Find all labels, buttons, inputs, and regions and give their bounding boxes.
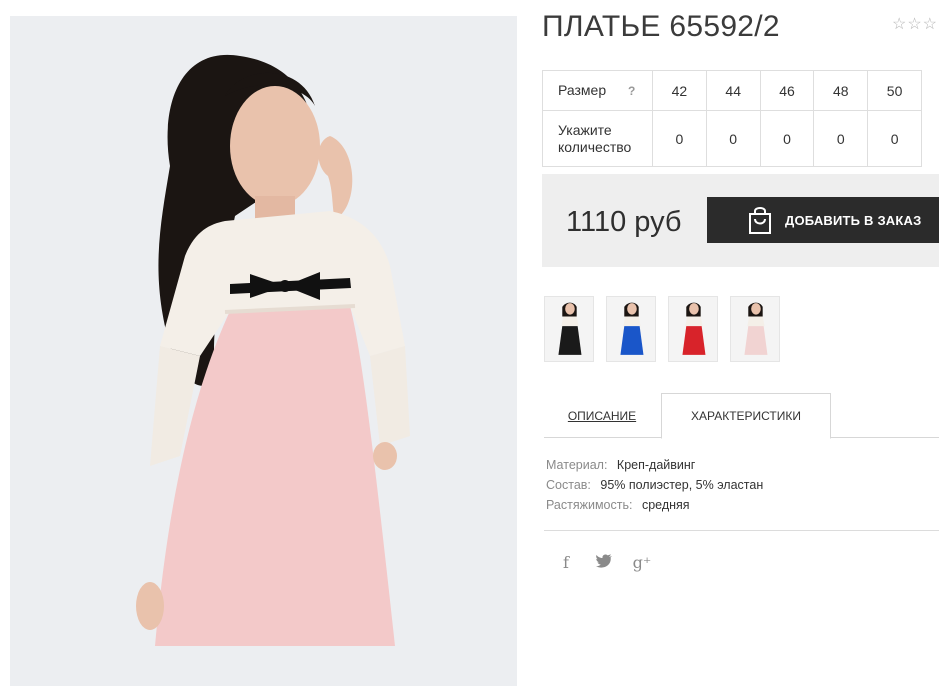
thumbnail-blue[interactable]	[606, 296, 656, 362]
star-icon[interactable]: ☆	[907, 17, 921, 33]
thumb-dress	[558, 326, 582, 355]
tab-description[interactable]: ОПИСАНИЕ	[544, 393, 660, 438]
star-icon[interactable]: ☆	[892, 17, 906, 33]
size-quantity-table: Размер ? 42 44 46 48 50 Укажите количест…	[542, 70, 922, 167]
add-to-order-label: ДОБАВИТЬ В ЗАКАЗ	[785, 212, 922, 228]
size-48: 48	[813, 70, 869, 111]
specs-list: Материал: Креп-дайвинг Состав: 95% полиэ…	[546, 455, 763, 515]
star-icon[interactable]: ☆	[923, 17, 937, 33]
divider	[544, 530, 939, 531]
rating-stars[interactable]: ☆ ☆ ☆	[892, 17, 937, 33]
quantity-input-42[interactable]: 0	[652, 110, 707, 167]
color-thumbnails	[544, 296, 780, 362]
help-icon[interactable]: ?	[628, 84, 635, 98]
quantity-input-50[interactable]: 0	[867, 110, 922, 167]
add-to-order-button[interactable]: ДОБАВИТЬ В ЗАКАЗ	[707, 197, 939, 243]
google-plus-icon[interactable]: g⁺	[632, 553, 652, 572]
product-details: ПЛАТЬЕ 65592/2 ☆ ☆ ☆ Размер ? 42 44 46 4…	[542, 0, 939, 686]
spec-key: Материал:	[546, 458, 608, 472]
quantity-row: Укажите количество 0 0 0 0 0	[542, 110, 922, 167]
price: 1110 руб	[566, 206, 682, 238]
info-tabs: ОПИСАНИЕ ХАРАКТЕРИСТИКИ	[544, 393, 939, 439]
spec-value: Креп-дайвинг	[616, 458, 696, 472]
size-label: Размер	[558, 81, 607, 98]
size-50: 50	[867, 70, 922, 111]
model-in-dress-illustration	[10, 16, 517, 686]
buy-box: 1110 руб ДОБАВИТЬ В ЗАКАЗ	[542, 174, 939, 267]
thumbnail-black[interactable]	[544, 296, 594, 362]
thumb-dress	[744, 326, 768, 355]
thumb-dress	[682, 326, 706, 355]
size-label-cell: Размер ?	[542, 70, 653, 111]
size-44: 44	[705, 70, 761, 111]
spec-key: Растяжимость:	[546, 498, 633, 512]
size-row: Размер ? 42 44 46 48 50	[542, 70, 922, 111]
social-share: f g⁺	[556, 553, 652, 572]
spec-key: Состав:	[546, 478, 591, 492]
quantity-input-48[interactable]: 0	[813, 110, 869, 167]
shopping-bag-icon	[747, 205, 773, 235]
size-42: 42	[652, 70, 707, 111]
size-46: 46	[759, 70, 815, 111]
spec-stretch: Растяжимость: средняя	[546, 495, 763, 515]
quantity-input-44[interactable]: 0	[705, 110, 761, 167]
tab-characteristics[interactable]: ХАРАКТЕРИСТИКИ	[661, 393, 831, 439]
thumb-dress	[620, 326, 644, 355]
thumbnail-red[interactable]	[668, 296, 718, 362]
spec-value: 95% полиэстер, 5% эластан	[600, 478, 764, 492]
quantity-label: Укажите количество	[542, 110, 653, 167]
face-shape	[230, 86, 320, 206]
spec-value: средняя	[641, 498, 690, 512]
spec-composition: Состав: 95% полиэстер, 5% эластан	[546, 475, 763, 495]
quantity-input-46[interactable]: 0	[759, 110, 815, 167]
product-main-image[interactable]	[10, 16, 517, 686]
spec-material: Материал: Креп-дайвинг	[546, 455, 763, 475]
product-title: ПЛАТЬЕ 65592/2	[542, 10, 780, 43]
facebook-icon[interactable]: f	[556, 553, 576, 572]
thumbnail-pink[interactable]	[730, 296, 780, 362]
twitter-icon[interactable]	[594, 553, 614, 572]
